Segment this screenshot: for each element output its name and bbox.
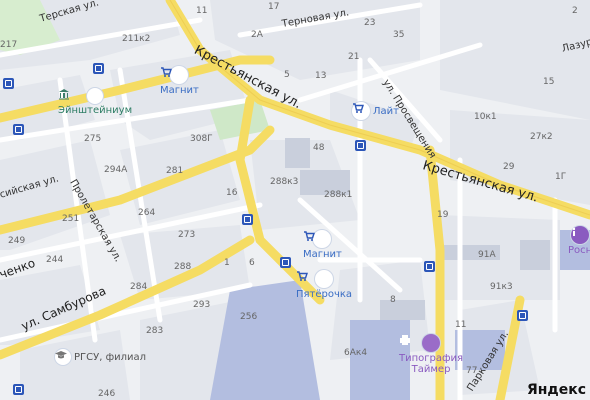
poi-magnit-top[interactable]: Магнит — [160, 66, 199, 96]
house-number: 6 — [249, 258, 255, 268]
house-number: 29 — [503, 162, 515, 172]
house-number: 251 — [62, 214, 80, 224]
house-number: 1Г — [555, 172, 567, 182]
house-number: 275 — [84, 134, 102, 144]
house-number: 264 — [138, 208, 156, 218]
house-number: 1 — [224, 258, 230, 268]
poi-einstein[interactable]: Эйнштейниум — [58, 88, 132, 116]
poi-label: Росн — [568, 245, 590, 256]
house-number: 293 — [193, 300, 211, 310]
house-number: 217 — [0, 40, 18, 50]
poi-label: Пятёрочка — [296, 289, 353, 300]
shopping-cart-icon — [304, 230, 332, 248]
info-icon — [571, 226, 590, 244]
poi-label: Магнит — [160, 85, 199, 96]
house-number: 11 — [455, 320, 467, 330]
house-number: 5 — [284, 70, 290, 80]
poi-rosn[interactable]: Росн — [568, 226, 590, 256]
house-number: 288к3 — [270, 177, 299, 187]
house-number: 23 — [364, 18, 376, 28]
house-number: 211к2 — [122, 34, 151, 44]
shopping-cart-icon — [352, 102, 370, 120]
house-number: 283 — [146, 326, 164, 336]
map-canvas[interactable]: Крестьянская ул. Крестьянская ул. Терска… — [0, 0, 590, 400]
house-number: 91А — [478, 250, 496, 260]
shopping-cart-icon — [297, 270, 334, 288]
house-number: 246 — [98, 389, 116, 399]
poi-label: Таймер — [411, 364, 451, 375]
poi-lait[interactable]: Лайт — [352, 102, 399, 120]
shopping-cart-icon — [161, 66, 189, 84]
house-number: 21 — [348, 52, 360, 62]
bus-stop-icon[interactable] — [280, 257, 291, 268]
poi-typography[interactable]: Типография Таймер — [399, 334, 463, 375]
house-number: 244 — [46, 255, 64, 265]
house-number: 308Г — [190, 134, 213, 144]
yandex-logo: Яндекс — [526, 382, 586, 398]
poi-rgsu[interactable]: РГСУ, филиал — [55, 349, 146, 365]
graduation-cap-icon — [55, 349, 71, 365]
house-number: 77 — [466, 366, 478, 376]
house-number: 2А — [251, 30, 263, 40]
house-number: 13 — [315, 71, 327, 81]
house-number: 249 — [8, 236, 26, 246]
bus-stop-icon[interactable] — [517, 310, 528, 321]
house-number: 11 — [196, 6, 208, 16]
house-number: 35 — [393, 30, 405, 40]
house-number: 48 — [313, 143, 325, 153]
house-number: 16 — [226, 188, 238, 198]
house-number: 8 — [390, 295, 396, 305]
house-number: 10к1 — [474, 112, 497, 122]
bus-stop-icon[interactable] — [242, 214, 253, 225]
poi-label: РГСУ, филиал — [74, 351, 147, 363]
bus-stop-icon[interactable] — [3, 78, 14, 89]
house-number: 288к1 — [324, 190, 353, 200]
poi-label: Типография — [399, 353, 464, 364]
house-number: 17 — [268, 2, 280, 12]
bus-stop-icon[interactable] — [424, 261, 435, 272]
poi-pyaterochka[interactable]: Пятёрочка — [296, 270, 352, 300]
house-number: 281 — [166, 166, 184, 176]
house-number: 15 — [543, 77, 555, 87]
house-number: 256 — [240, 312, 258, 322]
poi-magnit-center[interactable]: Магнит — [303, 230, 342, 260]
house-number: 27к2 — [530, 132, 553, 142]
house-number: 91к3 — [490, 282, 513, 292]
bus-stop-icon[interactable] — [13, 384, 24, 395]
bus-stop-icon[interactable] — [355, 140, 366, 151]
house-number: 273 — [178, 230, 196, 240]
house-number: 6Ак4 — [344, 348, 368, 358]
house-number: 294А — [104, 165, 128, 175]
poi-label: Эйнштейниум — [58, 105, 133, 116]
poi-label: Лайт — [373, 105, 399, 117]
house-number: 19 — [437, 210, 449, 220]
house-number: 2 — [572, 6, 578, 16]
house-number: 284 — [130, 282, 148, 292]
bus-stop-icon[interactable] — [93, 63, 104, 74]
museum-icon — [59, 88, 104, 104]
printer-icon — [400, 334, 441, 352]
poi-label: Магнит — [303, 249, 342, 260]
bus-stop-icon[interactable] — [13, 124, 24, 135]
house-number: 288 — [174, 262, 192, 272]
